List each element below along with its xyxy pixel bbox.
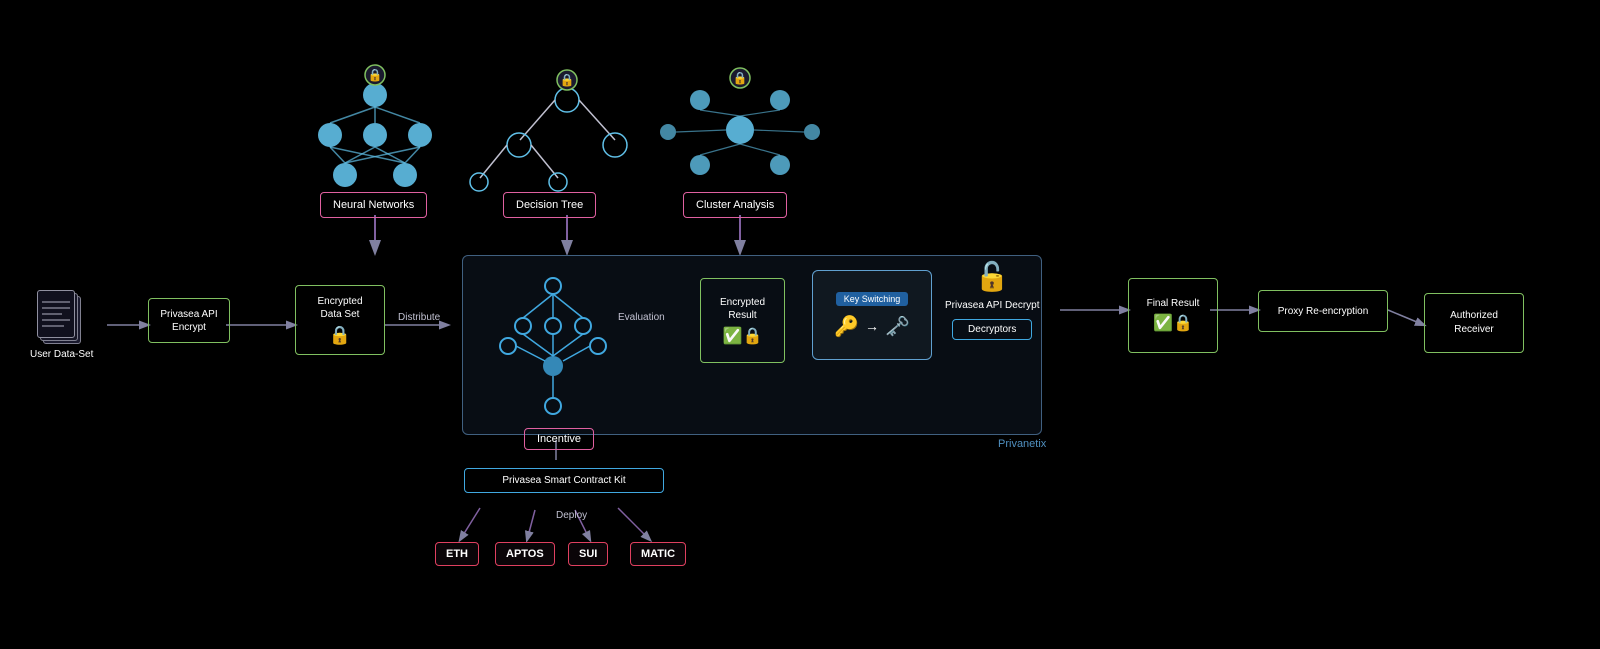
decrypt-group: 🔓 Privasea API Decrypt Decryptors [945, 260, 1039, 340]
privasea-encrypt-box: Privasea API Encrypt [148, 298, 230, 343]
decision-tree-label: Decision Tree [516, 199, 583, 211]
proxy-reencrypt-label: Proxy Re-encryption [1278, 306, 1369, 317]
user-dataset-node: User Data-Set [30, 290, 93, 356]
svg-text:🔒: 🔒 [368, 68, 383, 82]
final-result-icon: ✅🔒 [1153, 313, 1193, 333]
encrypted-result-box: Encrypted Result ✅🔒 [700, 278, 785, 363]
smart-contract-label: Privasea Smart Contract Kit [502, 475, 625, 486]
neural-networks-box: Neural Networks [320, 192, 427, 218]
decryptors-box: Decryptors [952, 319, 1032, 340]
evaluation-label: Evaluation [618, 312, 665, 323]
key-switching-label: Key Switching [836, 292, 909, 306]
svg-text:🔒: 🔒 [560, 73, 575, 87]
key-icon-left: 🔑 [834, 314, 859, 339]
svg-text:🔒: 🔒 [733, 71, 748, 85]
cluster-analysis-box: Cluster Analysis [683, 192, 787, 218]
smart-contract-box: Privasea Smart Contract Kit [464, 468, 664, 493]
neural-networks-label: Neural Networks [333, 199, 414, 211]
authorized-receiver-label: Authorized Receiver [1450, 309, 1498, 337]
deploy-label: Deploy [556, 510, 587, 521]
key-switching-box: Key Switching 🔑 → 🗝️ [812, 270, 932, 360]
matic-box: MATIC [630, 542, 686, 566]
encrypted-result-label: Encrypted Result [720, 296, 765, 322]
sui-box: SUI [568, 542, 608, 566]
lock-icon-dataset: 🔒 [329, 325, 351, 346]
final-result-label: Final Result [1147, 298, 1200, 309]
privasea-decrypt-label: Privasea API Decrypt [945, 299, 1039, 313]
distribute-label: Distribute [398, 312, 440, 323]
encrypted-dataset-box: Encrypted Data Set 🔒 [295, 285, 385, 355]
decision-tree-box: Decision Tree [503, 192, 596, 218]
privasea-encrypt-label: Privasea API Encrypt [160, 308, 217, 334]
final-result-box: Final Result ✅🔒 [1128, 278, 1218, 353]
user-dataset-label: User Data-Set [30, 349, 93, 360]
proxy-reencrypt-box: Proxy Re-encryption [1258, 290, 1388, 332]
privanetix-label: Privanetix [998, 438, 1046, 450]
authorized-receiver-box: Authorized Receiver [1424, 293, 1524, 353]
cluster-analysis-label: Cluster Analysis [696, 199, 774, 211]
encrypted-dataset-label: Encrypted Data Set [317, 295, 362, 321]
eth-box: ETH [435, 542, 479, 566]
check-lock-icon: ✅🔒 [723, 326, 763, 346]
incentive-box: Incentive [524, 428, 594, 450]
decryptors-label: Decryptors [968, 324, 1016, 335]
key-switching-icons: 🔑 → 🗝️ [834, 314, 910, 339]
key-icon-right: 🗝️ [885, 314, 910, 339]
incentive-label: Incentive [537, 433, 581, 445]
big-lock-icon: 🔓 [975, 260, 1010, 293]
aptos-box: APTOS [495, 542, 555, 566]
arrow-icon: → [865, 318, 879, 334]
